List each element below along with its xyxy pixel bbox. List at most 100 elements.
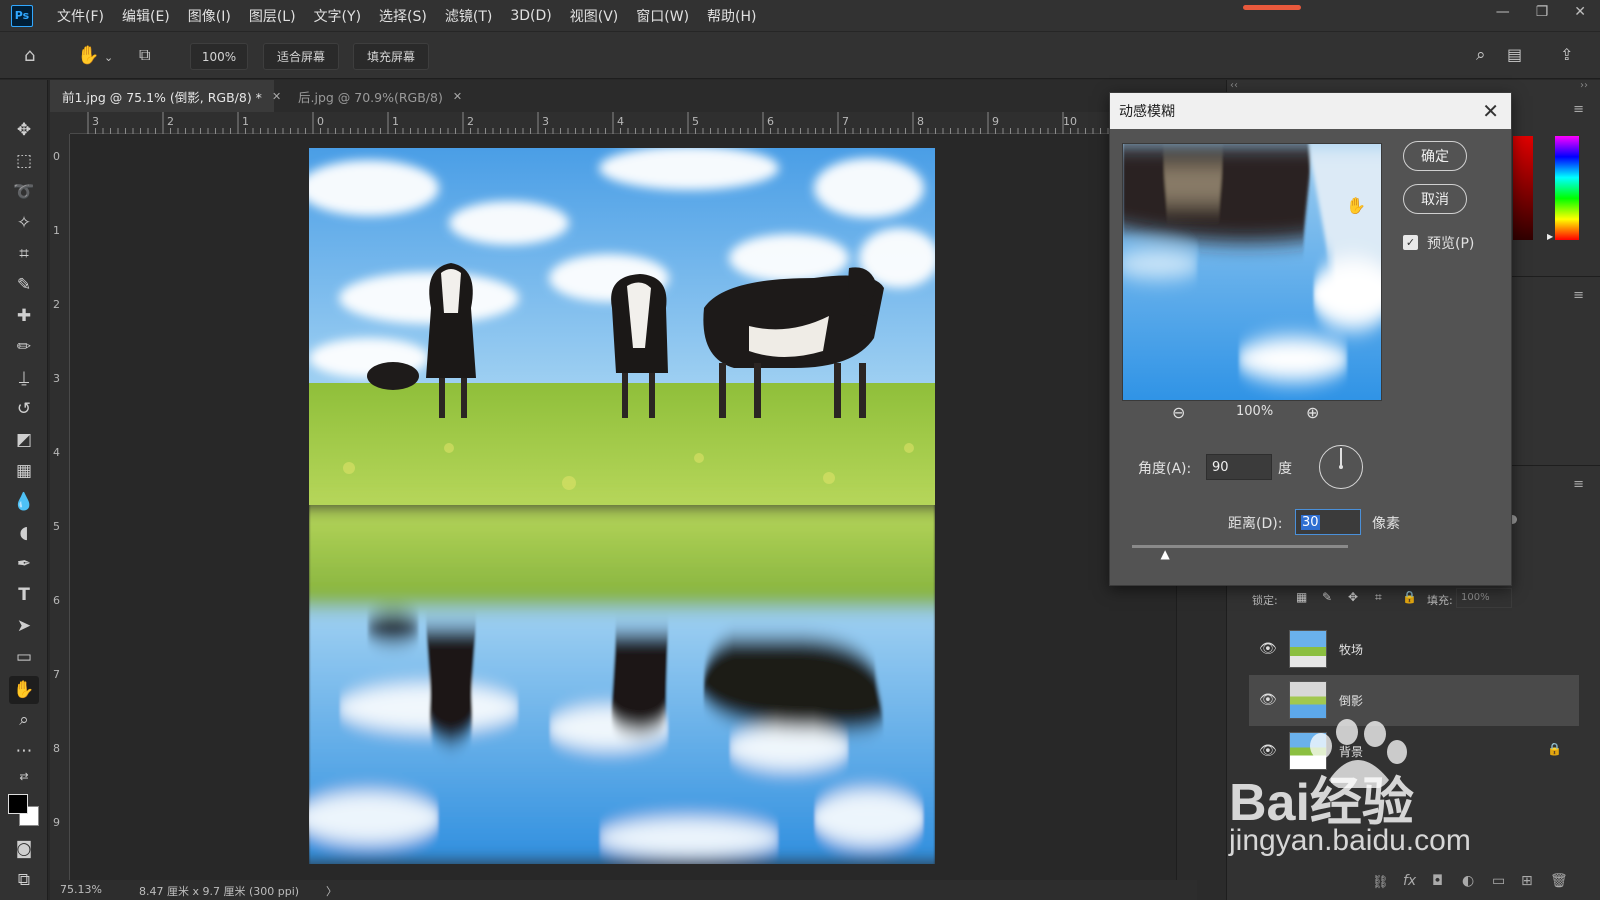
move-tool-icon[interactable]: ✥ — [12, 118, 36, 142]
eye-icon[interactable]: 👁 — [1259, 692, 1277, 708]
status-zoom[interactable]: 75.13% — [60, 883, 102, 896]
dodge-tool-icon[interactable]: ◖ — [12, 521, 36, 545]
healing-brush-tool-icon[interactable]: ✚ — [12, 304, 36, 328]
adjustment-layer-icon[interactable]: ◐ — [1462, 873, 1474, 889]
hue-spectrum[interactable] — [1555, 136, 1579, 240]
eraser-tool-icon[interactable]: ◩ — [12, 428, 36, 452]
type-tool-icon[interactable]: T — [12, 583, 36, 607]
zoom-100-button[interactable]: 100% — [190, 43, 248, 70]
panel-menu-icon[interactable]: ≡ — [1573, 288, 1584, 303]
restore-icon[interactable]: ❐ — [1536, 4, 1549, 20]
brush-tool-icon[interactable]: ✏ — [12, 335, 36, 359]
layer-row[interactable]: 👁 背景 🔒 — [1249, 726, 1579, 777]
crop-tool-icon[interactable]: ⌗ — [12, 242, 36, 266]
layer-row[interactable]: 👁 牧场 — [1249, 624, 1579, 675]
eye-icon[interactable]: 👁 — [1259, 641, 1277, 657]
menu-select[interactable]: 选择(S) — [379, 6, 427, 26]
magic-wand-tool-icon[interactable]: ✧ — [12, 211, 36, 235]
zoom-tool-icon[interactable]: ⌕ — [12, 708, 36, 732]
menu-filter[interactable]: 滤镜(T) — [445, 6, 492, 26]
cancel-button[interactable]: 取消 — [1403, 184, 1467, 214]
home-icon[interactable]: ⌂ — [24, 45, 35, 66]
lock-transparent-icon[interactable]: ▦ — [1296, 590, 1307, 604]
close-window-icon[interactable]: ✕ — [1574, 4, 1586, 20]
close-icon[interactable]: ✕ — [1482, 99, 1499, 123]
eye-icon[interactable]: 👁 — [1259, 743, 1277, 759]
delete-layer-icon[interactable]: 🗑 — [1550, 873, 1568, 889]
ok-button[interactable]: 确定 — [1403, 141, 1467, 171]
layer-style-icon[interactable]: fx — [1403, 873, 1416, 889]
menu-3d[interactable]: 3D(D) — [510, 8, 551, 24]
window-controls: — ❐ ✕ — [1496, 4, 1586, 20]
angle-input[interactable]: 90 — [1206, 454, 1272, 480]
workspace-icon[interactable]: ▤ — [1507, 45, 1522, 64]
search-icon[interactable]: ⌕ — [1476, 45, 1486, 65]
fill-screen-button[interactable]: 填充屏幕 — [353, 43, 429, 70]
menu-edit[interactable]: 编辑(E) — [122, 6, 170, 26]
gradient-tool-icon[interactable]: ▦ — [12, 459, 36, 483]
preview-checkbox[interactable]: ✓ — [1403, 235, 1418, 250]
collapse-panels-icon[interactable]: ‹‹ — [1230, 80, 1238, 91]
rectangle-tool-icon[interactable]: ▭ — [12, 645, 36, 669]
menu-image[interactable]: 图像(I) — [188, 6, 231, 26]
panel-menu-icon[interactable]: ≡ — [1573, 477, 1584, 492]
screen-mode-icon[interactable]: ⧉ — [12, 868, 36, 892]
pen-tool-icon[interactable]: ✒ — [12, 552, 36, 576]
marquee-tool-icon[interactable]: ⬚ — [12, 149, 36, 173]
lock-pixels-icon[interactable]: ✎ — [1322, 590, 1332, 604]
status-menu-arrow[interactable]: 〉 — [326, 883, 337, 899]
lock-position-icon[interactable]: ✥ — [1348, 590, 1358, 604]
distance-input[interactable]: 30 — [1295, 509, 1361, 535]
foreground-color-swatch[interactable] — [8, 794, 28, 814]
tab-back-doc[interactable]: 后.jpg @ 70.9%(RGB/8) ✕ — [286, 80, 462, 112]
layer-name: 牧场 — [1339, 643, 1364, 657]
tab-front-doc[interactable]: 前1.jpg @ 75.1% (倒影, RGB/8) * ✕ — [50, 80, 281, 112]
menu-type[interactable]: 文字(Y) — [314, 6, 361, 26]
fit-screen-button[interactable]: 适合屏幕 — [263, 43, 339, 70]
share-icon[interactable]: ⇪ — [1560, 45, 1573, 64]
hand-tool-icon[interactable]: ✋ — [77, 45, 99, 66]
quick-mask-icon[interactable]: ◙ — [12, 837, 36, 861]
angle-label: 角度(A): — [1138, 461, 1192, 477]
minimize-icon[interactable]: — — [1496, 4, 1510, 20]
lock-artboard-icon[interactable]: ⌗ — [1375, 590, 1382, 605]
new-layer-icon[interactable]: ⊞ — [1521, 873, 1533, 889]
fill-input[interactable]: 100% — [1456, 588, 1512, 608]
color-slider[interactable] — [1513, 136, 1533, 240]
distance-slider-thumb-icon[interactable]: ▲ — [1161, 547, 1170, 561]
close-icon[interactable]: ✕ — [272, 90, 281, 103]
panel-menu-icon[interactable]: ≡ — [1573, 102, 1584, 117]
eyedropper-tool-icon[interactable]: ✎ — [12, 273, 36, 297]
menu-help[interactable]: 帮助(H) — [707, 6, 756, 26]
path-selection-tool-icon[interactable]: ➤ — [12, 614, 36, 638]
hand-tool-active-icon[interactable]: ✋ — [9, 676, 39, 704]
new-group-icon[interactable]: ▭ — [1492, 873, 1505, 889]
scroll-all-windows-icon[interactable]: ⧉ — [139, 45, 150, 65]
clone-stamp-tool-icon[interactable]: ⍊ — [12, 366, 36, 390]
ruler-number: 6 — [53, 594, 60, 607]
angle-dial[interactable] — [1319, 445, 1363, 489]
lasso-tool-icon[interactable]: ➰ — [12, 180, 36, 204]
dialog-title-bar[interactable]: 动感模糊 — [1110, 93, 1511, 129]
zoom-in-icon[interactable]: ⊕ — [1306, 403, 1319, 422]
add-mask-icon[interactable]: ◘ — [1432, 873, 1443, 889]
close-icon[interactable]: ✕ — [453, 90, 462, 103]
lock-icon: 🔒 — [1547, 742, 1562, 756]
lock-all-icon[interactable]: 🔒 — [1402, 590, 1417, 604]
menu-layer[interactable]: 图层(L) — [249, 6, 296, 26]
status-doc-size: 8.47 厘米 x 9.7 厘米 (300 ppi) — [139, 885, 300, 898]
menu-view[interactable]: 视图(V) — [570, 6, 619, 26]
filter-preview[interactable] — [1122, 143, 1382, 401]
link-layers-icon[interactable]: ⛓ — [1372, 875, 1389, 890]
layer-row-selected[interactable]: 👁 倒影 — [1249, 675, 1579, 726]
blur-tool-icon[interactable]: 💧 — [12, 490, 36, 514]
history-brush-tool-icon[interactable]: ↺ — [12, 397, 36, 421]
menu-window[interactable]: 窗口(W) — [636, 6, 689, 26]
menu-file[interactable]: 文件(F) — [57, 6, 104, 26]
chevron-down-icon[interactable]: ⌄ — [104, 51, 113, 64]
zoom-out-icon[interactable]: ⊖ — [1172, 403, 1185, 422]
swap-colors-icon[interactable]: ⇄ — [12, 764, 36, 788]
document-image[interactable] — [309, 148, 935, 864]
more-tools-icon[interactable]: ⋯ — [12, 739, 36, 763]
expand-panels-icon[interactable]: ›› — [1580, 80, 1588, 91]
